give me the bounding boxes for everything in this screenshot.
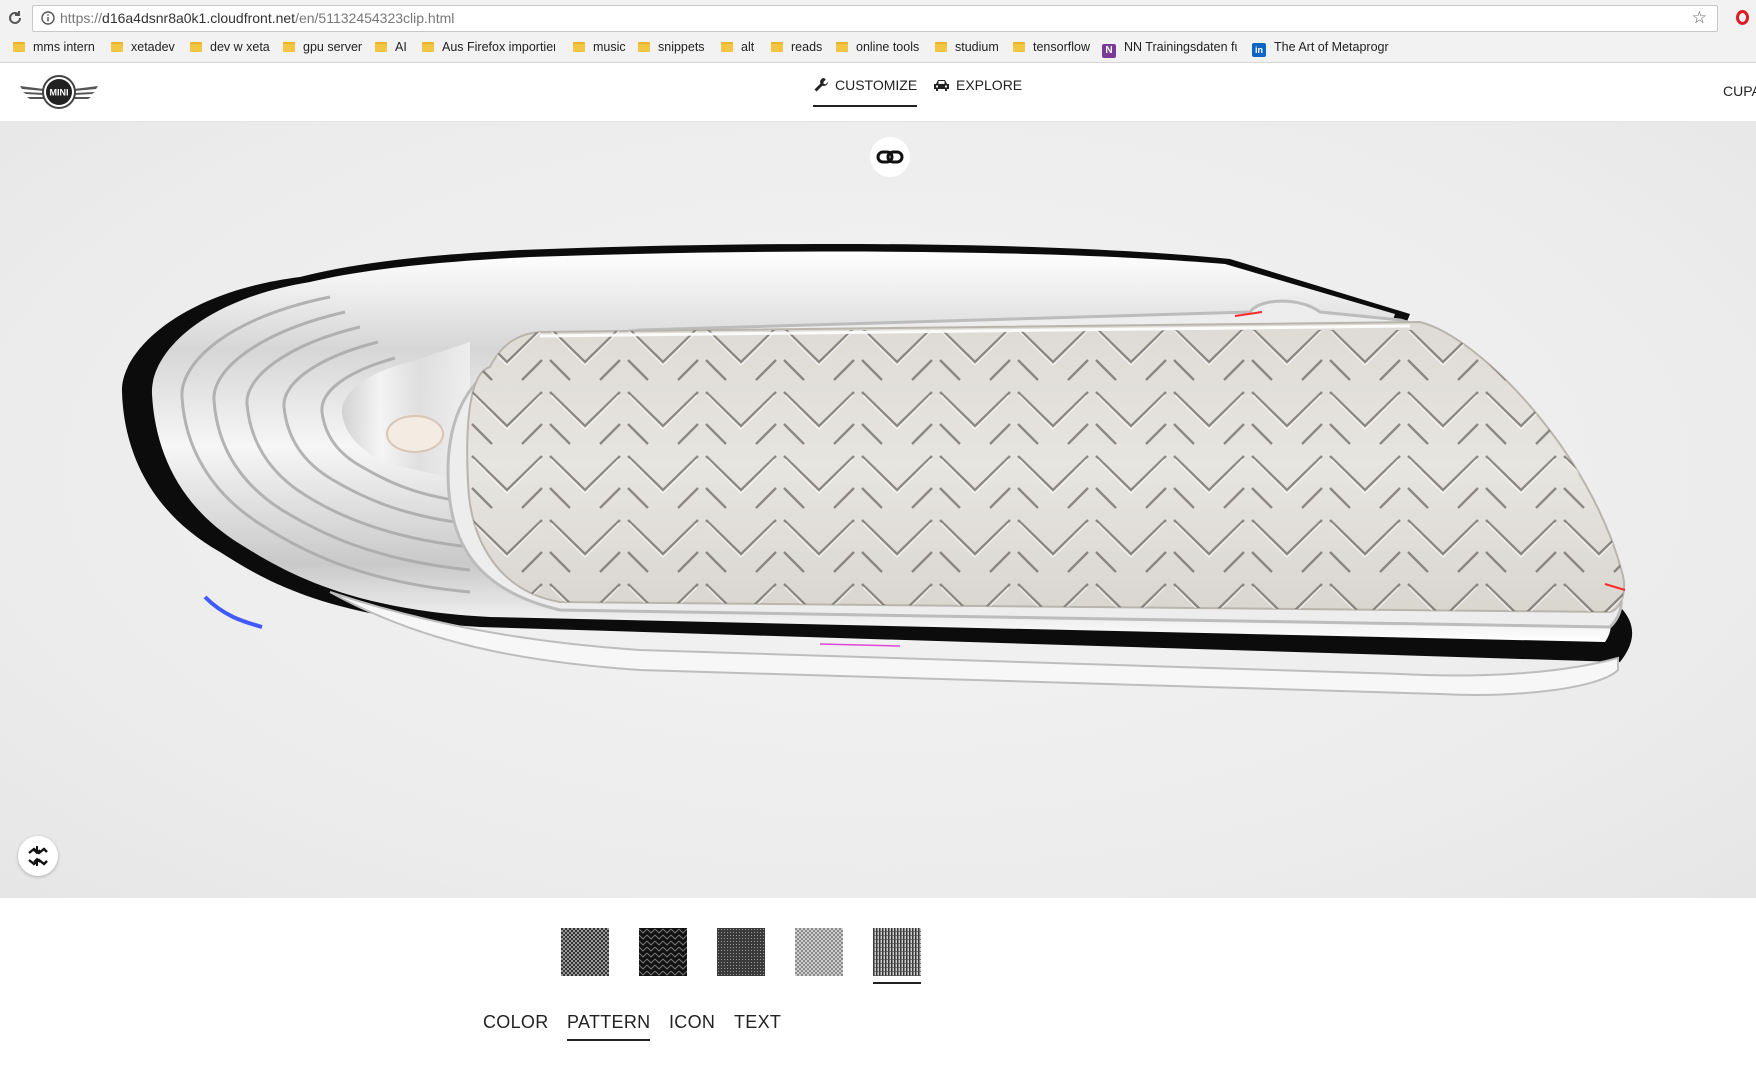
dots-swatch-image [717, 928, 765, 976]
bookmark-star-icon[interactable]: ☆ [1692, 9, 1707, 27]
bookmark-label: studium [955, 40, 999, 54]
bookmark-label: tensorflow [1033, 40, 1090, 54]
site-header: MINI CUSTOMIZE EXPLORE CUPA [0, 63, 1756, 122]
herringbone-swatch-image [639, 928, 687, 976]
url-text: https://d16a4dsnr8a0k1.cloudfront.net/en… [60, 10, 454, 26]
3d-viewer[interactable] [0, 122, 1756, 898]
bookmark-item[interactable]: alt [721, 40, 766, 58]
nav-customize[interactable]: CUSTOMIZE [813, 77, 918, 107]
bookmark-item[interactable]: Aus Firefox importier [422, 40, 558, 58]
onenote-icon: N [1102, 44, 1116, 58]
url-path: /en/51132454323clip.html [295, 10, 455, 26]
stripes-swatch-image [873, 928, 921, 976]
link-icon [876, 150, 904, 164]
folder-icon [935, 42, 947, 52]
url-scheme: https:// [60, 10, 103, 26]
checker-light-swatch-image [795, 928, 843, 976]
nav-customize-label: CUSTOMIZE [835, 77, 918, 93]
bookmark-item[interactable]: N NN Trainingsdaten fu [1102, 40, 1238, 58]
bookmark-item[interactable]: snippets [638, 40, 714, 58]
bookmark-item[interactable]: online tools [836, 40, 932, 58]
bookmark-label: snippets [658, 40, 705, 54]
folder-icon [836, 42, 848, 52]
folder-icon [573, 42, 585, 52]
bookmark-label: alt [741, 40, 755, 54]
info-icon[interactable] [41, 11, 55, 25]
reload-icon[interactable] [6, 9, 24, 27]
folder-icon [721, 42, 733, 52]
nav-explore[interactable]: EXPLORE [933, 77, 1022, 105]
bookmark-label: xetadev [131, 40, 175, 54]
folder-icon [1013, 42, 1025, 52]
bookmark-item[interactable]: mms intern [13, 40, 103, 58]
bookmark-item[interactable]: music [573, 40, 633, 58]
bookmark-label: NN Trainingsdaten fu [1124, 40, 1237, 54]
bookmark-label: AI [395, 40, 407, 54]
url-host: d16a4dsnr8a0k1.cloudfront.net [102, 10, 296, 26]
bookmark-label: online tools [856, 40, 920, 54]
bookmark-label: music [593, 40, 626, 54]
folder-icon [111, 42, 123, 52]
url-field[interactable]: https://d16a4dsnr8a0k1.cloudfront.net/en… [32, 5, 1718, 32]
checker-fine-swatch-image [561, 928, 609, 976]
tab-pattern[interactable]: PATTERN [567, 1012, 651, 1041]
bookmark-label: gpu server [303, 40, 363, 54]
bookmark-item[interactable]: gpu server [283, 40, 363, 58]
folder-icon [375, 42, 387, 52]
folder-icon [638, 42, 650, 52]
pattern-swatch-dots-dark[interactable] [717, 928, 765, 976]
folder-icon [190, 42, 202, 52]
logo-text: MINI [50, 88, 69, 98]
wrench-icon [814, 78, 828, 92]
browser-address-bar: https://d16a4dsnr8a0k1.cloudfront.net/en… [0, 0, 1756, 37]
folder-icon [771, 42, 783, 52]
nav-explore-label: EXPLORE [956, 77, 1023, 93]
pattern-swatch-checker-fine[interactable] [561, 928, 609, 976]
folder-icon [13, 42, 25, 52]
bookmark-item[interactable]: tensorflow [1013, 40, 1093, 58]
explode-icon [28, 846, 48, 866]
opera-icon[interactable] [1736, 10, 1749, 25]
bookmark-item[interactable]: in The Art of Metaprogr [1252, 40, 1392, 58]
bookmark-label: dev w xeta [210, 40, 270, 54]
bookmark-label: Aus Firefox importier [442, 40, 555, 54]
bookmarks-bar: mms intern xetadev dev w xeta gpu server… [0, 36, 1756, 63]
clip-3d-model[interactable] [0, 122, 1756, 898]
tab-icon[interactable]: ICON [669, 1012, 715, 1039]
pattern-swatch-herringbone-dark[interactable] [639, 928, 687, 976]
bookmark-item[interactable]: dev w xeta [190, 40, 270, 58]
customizer-panel: COLOR PATTERN ICON TEXT [0, 898, 1756, 1068]
explode-view-button[interactable] [18, 836, 58, 876]
tab-color[interactable]: COLOR [483, 1012, 549, 1039]
mini-logo[interactable]: MINI [18, 72, 100, 112]
bookmark-item[interactable]: reads [771, 40, 831, 58]
pattern-swatch-checker-light[interactable] [795, 928, 843, 976]
bookmark-item[interactable]: studium [935, 40, 1003, 58]
car-icon [934, 80, 949, 91]
tab-text[interactable]: TEXT [734, 1012, 781, 1039]
bookmark-item[interactable]: xetadev [111, 40, 181, 58]
bookmark-label: mms intern [33, 40, 95, 54]
bookmark-label: reads [791, 40, 823, 54]
bookmark-item[interactable]: AI [375, 40, 410, 58]
folder-icon [283, 42, 295, 52]
pattern-swatch-stripes-vertical[interactable] [873, 928, 921, 984]
header-right-link[interactable]: CUPA [1723, 83, 1756, 99]
bookmark-label: The Art of Metaprogr [1274, 40, 1389, 54]
linkedin-icon: in [1252, 43, 1266, 57]
share-link-button[interactable] [870, 137, 910, 177]
folder-icon [422, 42, 434, 52]
